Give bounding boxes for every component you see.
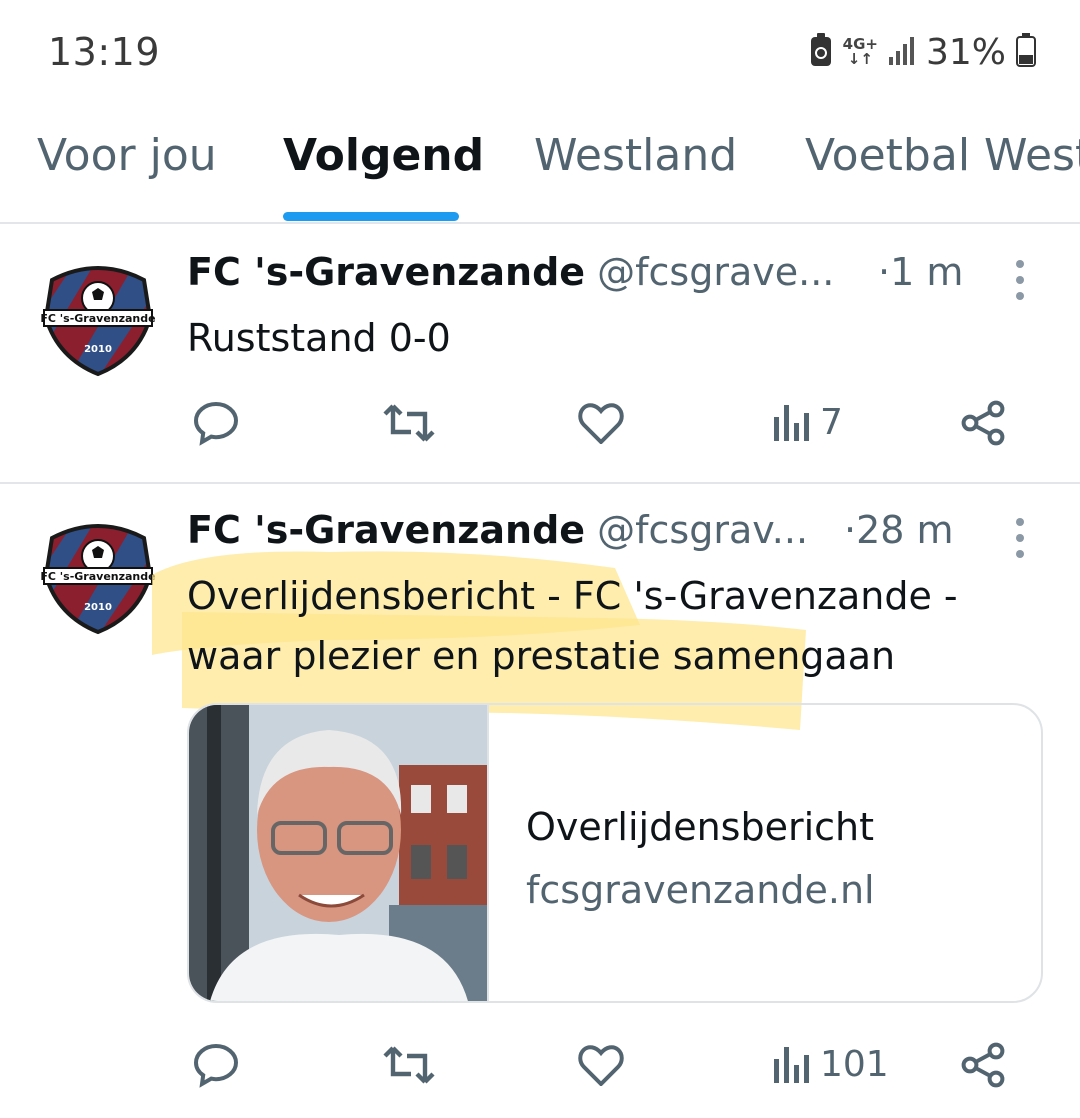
tab-volgend[interactable]: Volgend <box>283 130 484 181</box>
share-button[interactable] <box>960 400 1006 446</box>
tabs-divider <box>0 222 1080 224</box>
card-domain: fcsgravenzande.nl <box>526 868 875 912</box>
views-icon <box>774 1046 809 1083</box>
club-logo-icon: FC 's-Gravenzande 2010 <box>40 524 156 635</box>
tweet-time: ·28 m <box>844 508 954 552</box>
author-name[interactable]: FC 's-Gravenzande <box>187 508 585 552</box>
portrait-image <box>189 705 487 1001</box>
reply-button[interactable] <box>192 400 240 446</box>
battery-icon <box>1016 33 1036 71</box>
link-card[interactable]: Overlijdensbericht fcsgravenzande.nl <box>187 703 1043 1003</box>
views-button[interactable]: 7 <box>772 402 843 443</box>
like-icon <box>578 403 624 444</box>
retweet-icon <box>383 404 435 442</box>
battery-percentage: 31% <box>925 31 1006 73</box>
author-handle[interactable]: @fcsgrave... <box>597 250 834 294</box>
like-button[interactable] <box>577 402 625 444</box>
more-icon[interactable] <box>1014 518 1026 558</box>
avatar[interactable]: FC 's-Gravenzande 2010 <box>38 516 158 636</box>
avatar[interactable]: FC 's-Gravenzande 2010 <box>38 258 158 378</box>
share-button[interactable] <box>960 1042 1006 1088</box>
tab-westland[interactable]: Westland <box>534 130 737 181</box>
signal-icon <box>888 35 916 69</box>
retweet-icon <box>383 1046 435 1084</box>
active-tab-indicator <box>283 212 459 221</box>
author-name[interactable]: FC 's-Gravenzande <box>187 250 585 294</box>
reply-icon <box>193 401 239 446</box>
svg-text:2010: 2010 <box>84 344 112 355</box>
like-icon <box>578 1045 624 1086</box>
views-icon <box>774 404 809 441</box>
views-count: 7 <box>820 402 843 443</box>
club-logo-icon: FC 's-Gravenzande 2010 <box>40 266 156 377</box>
more-icon[interactable] <box>1014 260 1026 300</box>
share-icon <box>961 1042 1005 1088</box>
views-count: 101 <box>820 1044 889 1085</box>
like-button[interactable] <box>577 1044 625 1086</box>
views-button[interactable]: 101 <box>772 1044 889 1085</box>
tweet-text: Overlijdensbericht - FC 's-Gravenzande -… <box>187 574 958 678</box>
card-title: Overlijdensbericht <box>526 805 875 849</box>
svg-text:2010: 2010 <box>84 602 112 613</box>
reply-button[interactable] <box>192 1042 240 1088</box>
network-type: 4G+ ↓↑ <box>842 35 878 68</box>
tweet-divider <box>0 482 1080 484</box>
retweet-button[interactable] <box>383 1044 435 1086</box>
tab-voetbal-west[interactable]: Voetbal West <box>805 130 1080 181</box>
battery-saver-icon <box>809 32 833 72</box>
svg-text:FC 's-Gravenzande: FC 's-Gravenzande <box>40 570 155 583</box>
tweet-text: Ruststand 0-0 <box>187 316 451 360</box>
share-icon <box>961 400 1005 446</box>
status-time: 13:19 <box>48 30 161 74</box>
svg-text:FC 's-Gravenzande: FC 's-Gravenzande <box>40 312 155 325</box>
tweet-time: ·1 m <box>878 250 964 294</box>
author-handle[interactable]: @fcsgrav... <box>597 508 808 552</box>
tweet-header: FC 's-Gravenzande @fcsgrave... <box>187 250 834 294</box>
card-thumbnail <box>189 705 489 1001</box>
tweet-header: FC 's-Gravenzande @fcsgrav... <box>187 508 808 552</box>
status-icons: 4G+ ↓↑ 31% <box>809 30 1036 74</box>
retweet-button[interactable] <box>383 402 435 444</box>
reply-icon <box>193 1043 239 1088</box>
tab-voor-jou[interactable]: Voor jou <box>37 130 217 181</box>
